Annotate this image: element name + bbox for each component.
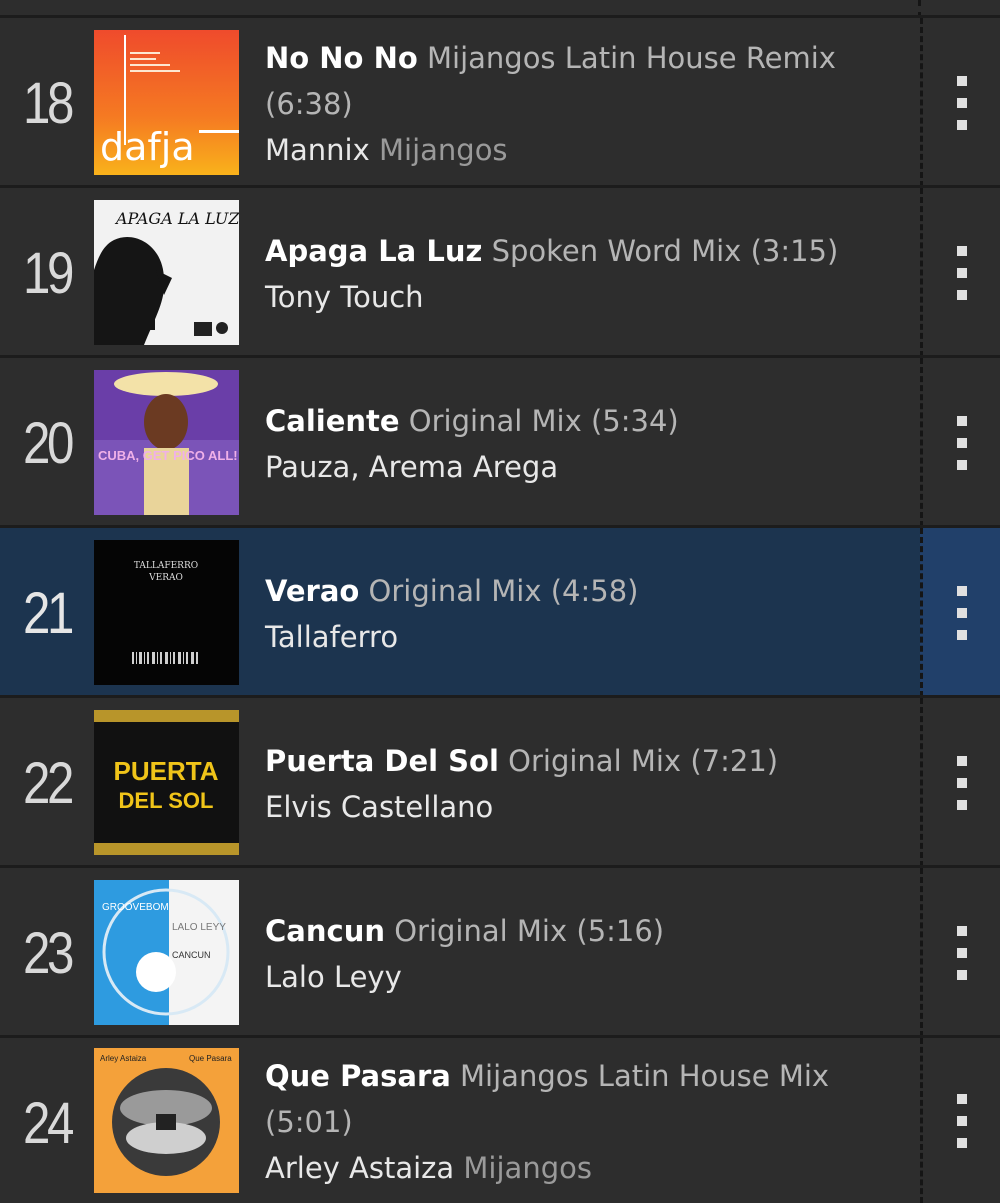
track-remixer[interactable]: Mijangos [379, 133, 508, 167]
track-menu-column [920, 358, 1000, 527]
track-mix: Original Mix [368, 574, 542, 608]
svg-text:Que Pasara: Que Pasara [189, 1054, 232, 1063]
track-row[interactable]: 19 APAGA LA LUZ Apaga La Luz Spoken Word… [0, 185, 1000, 357]
kebab-menu-icon[interactable] [956, 755, 971, 810]
track-title: Que Pasara [265, 1059, 451, 1093]
track-info[interactable]: No No No Mijangos Latin House Remix (6:3… [265, 35, 905, 173]
cover-image-22: PUERTA DEL SOL [94, 710, 239, 855]
track-info[interactable]: Apaga La Luz Spoken Word Mix (3:15) Tony… [265, 228, 905, 320]
track-rank: 18 [22, 71, 74, 136]
track-row[interactable]: 18 dafja No No No Mijangos Latin House R… [0, 15, 1000, 187]
track-rank: 21 [22, 581, 74, 646]
track-menu-column [920, 1038, 1000, 1203]
track-rank: 19 [22, 241, 74, 306]
track-mix: Mijangos Latin House Remix [427, 41, 836, 75]
track-info[interactable]: Puerta Del Sol Original Mix (7:21) Elvis… [265, 738, 905, 830]
track-artwork[interactable]: PUERTA DEL SOL [94, 710, 239, 855]
track-artwork[interactable]: GROOVEBOM LALO LEYY CANCUN [94, 880, 239, 1025]
track-duration: (7:21) [690, 744, 779, 778]
track-artist[interactable]: Pauza, Arema Arega [265, 450, 558, 484]
svg-text:GROOVEBOM: GROOVEBOM [102, 902, 169, 913]
track-artist[interactable]: Lalo Leyy [265, 960, 402, 994]
track-artwork[interactable]: TALLAFERRO VERAO [94, 540, 239, 685]
track-row[interactable]: 24 Arley Astaiza Que Pasara Que Pasara M… [0, 1035, 1000, 1203]
track-duration: (4:58) [550, 574, 639, 608]
cover-image-21: TALLAFERRO VERAO [94, 540, 239, 685]
track-title: Caliente [265, 404, 400, 438]
track-title: Cancun [265, 914, 385, 948]
track-artwork[interactable]: APAGA LA LUZ [94, 200, 239, 345]
track-artist[interactable]: Elvis Castellano [265, 790, 493, 824]
track-rank: 20 [22, 411, 74, 476]
track-artist[interactable]: Arley Astaiza [265, 1151, 454, 1185]
track-rank: 24 [22, 1091, 74, 1156]
track-rank: 23 [22, 921, 74, 986]
cover-image-23: GROOVEBOM LALO LEYY CANCUN [94, 880, 239, 1025]
track-info[interactable]: Verao Original Mix (4:58) Tallaferro [265, 568, 905, 660]
track-mix: Original Mix [508, 744, 682, 778]
track-menu-column [920, 868, 1000, 1037]
cover-image-18: dafja [94, 30, 239, 175]
track-row[interactable]: 20 CUBA, GET PICO ALL! Caliente Original… [0, 355, 1000, 527]
track-artwork[interactable]: Arley Astaiza Que Pasara [94, 1048, 239, 1193]
track-info[interactable]: Caliente Original Mix (5:34) Pauza, Arem… [265, 398, 905, 490]
svg-text:CANCUN: CANCUN [172, 950, 211, 960]
cover-image-19: APAGA LA LUZ [94, 200, 239, 345]
track-title: Apaga La Luz [265, 234, 483, 268]
kebab-menu-icon[interactable] [956, 245, 971, 300]
svg-text:LALO LEYY: LALO LEYY [172, 922, 226, 933]
track-mix: Original Mix [394, 914, 568, 948]
cover-image-24: Arley Astaiza Que Pasara [94, 1048, 239, 1193]
svg-text:PUERTA: PUERTA [114, 756, 219, 786]
cover-image-20: CUBA, GET PICO ALL! [94, 370, 239, 515]
track-rank: 22 [22, 751, 74, 816]
kebab-menu-icon[interactable] [956, 925, 971, 980]
track-info[interactable]: Cancun Original Mix (5:16) Lalo Leyy [265, 908, 905, 1000]
track-mix: Spoken Word Mix [491, 234, 742, 268]
track-artwork[interactable]: CUBA, GET PICO ALL! [94, 370, 239, 515]
svg-text:DEL SOL: DEL SOL [119, 788, 214, 813]
track-artist[interactable]: Tallaferro [265, 620, 398, 654]
track-row-selected[interactable]: 21 TALLAFERRO VERAO Verao Original Mix (… [0, 525, 1000, 697]
kebab-menu-icon[interactable] [956, 585, 971, 640]
svg-text:dafja: dafja [100, 125, 195, 169]
track-menu-column [920, 18, 1000, 187]
kebab-menu-icon[interactable] [956, 1093, 971, 1148]
svg-text:TALLAFERRO: TALLAFERRO [134, 561, 198, 571]
svg-text:APAGA LA LUZ: APAGA LA LUZ [114, 209, 239, 228]
track-title: Puerta Del Sol [265, 744, 499, 778]
track-title: No No No [265, 41, 418, 75]
track-artist[interactable]: Tony Touch [265, 280, 424, 314]
track-duration: (6:38) [265, 87, 353, 121]
kebab-menu-icon[interactable] [956, 75, 971, 130]
track-info[interactable]: Que Pasara Mijangos Latin House Mix (5:0… [265, 1053, 905, 1191]
track-menu-column [920, 698, 1000, 867]
kebab-menu-icon[interactable] [956, 415, 971, 470]
track-menu-column [920, 528, 1000, 697]
track-remixer[interactable]: Mijangos [463, 1151, 592, 1185]
track-mix: Original Mix [408, 404, 582, 438]
track-list: 18 dafja No No No Mijangos Latin House R… [0, 0, 1000, 1203]
track-artist[interactable]: Mannix [265, 133, 370, 167]
track-duration: (5:34) [590, 404, 679, 438]
track-duration: (3:15) [750, 234, 839, 268]
track-row[interactable]: 22 PUERTA DEL SOL Puerta Del Sol Origina… [0, 695, 1000, 867]
track-artwork[interactable]: dafja [94, 30, 239, 175]
track-duration: (5:16) [576, 914, 665, 948]
svg-text:CUBA, GET PICO ALL!: CUBA, GET PICO ALL! [98, 448, 238, 463]
track-mix: Mijangos Latin House Mix [460, 1059, 830, 1093]
track-title: Verao [265, 574, 360, 608]
track-menu-column [920, 188, 1000, 357]
svg-text:Arley Astaiza: Arley Astaiza [100, 1054, 147, 1063]
svg-text:VERAO: VERAO [148, 573, 183, 583]
track-duration: (5:01) [265, 1105, 353, 1139]
track-row[interactable]: 23 GROOVEBOM LALO LEYY CANCUN Cancun Ori… [0, 865, 1000, 1037]
